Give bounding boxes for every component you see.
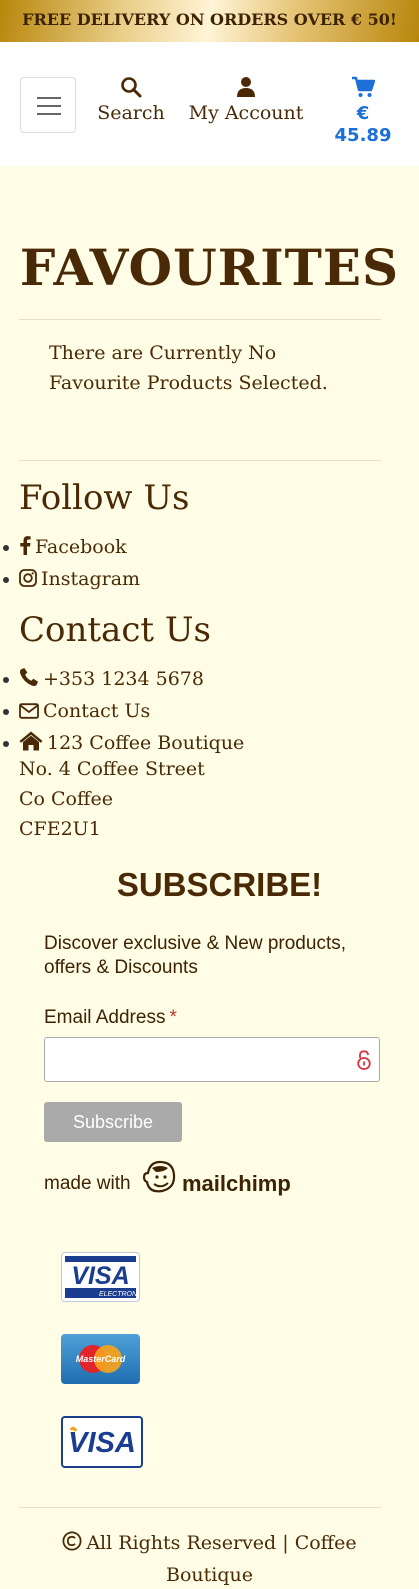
facebook-link[interactable]: Facebook [2,532,140,564]
contact-us-link[interactable]: Contact Us [2,696,244,728]
address-line: CFE2U1 [19,818,101,840]
hamburger-menu-icon [37,97,61,99]
mastercard-card-icon: MasterCard [61,1334,140,1384]
envelope-icon [19,698,39,728]
visa-card-icon: VISA [61,1416,143,1468]
visa-card-label: VISA [68,1427,136,1459]
follow-us-heading: Follow Us [19,478,190,518]
required-marker: * [169,1007,177,1028]
email-address-label: Email Address * [44,1007,177,1029]
divider [19,460,381,461]
instagram-label: Instagram [41,568,141,590]
divider [19,319,381,320]
address-line: No. 4 Coffee Street [19,758,205,780]
hamburger-line [37,113,61,115]
mastercard-card-label: MasterCard [76,1354,126,1364]
facebook-icon [19,534,31,564]
phone-label: +353 1234 5678 [43,668,204,690]
phone-icon [19,666,39,696]
email-label-text: Email Address [44,1007,166,1028]
cart-link[interactable]: € 45.89 [327,76,399,146]
shopping-cart-icon [327,76,399,102]
instagram-icon [19,566,37,596]
mailchimp-brand: mailchimp [182,1171,291,1196]
mailchimp-monkey-icon [140,1158,178,1203]
contact-us-label: Contact Us [43,700,151,722]
site-header: Search My Account € 45.89 [0,42,419,166]
page-title: FAVOURITES [19,238,400,297]
address-line: Co Coffee [19,788,113,810]
search-icon [97,76,165,102]
instagram-link[interactable]: Instagram [2,564,141,596]
facebook-label: Facebook [35,536,127,558]
subscribe-button[interactable]: Subscribe [44,1102,182,1142]
cart-total: € 45.89 [334,103,392,146]
visa-electron-card-label: VISA [71,1262,129,1290]
social-links-list: Facebook Instagram [2,532,141,596]
copyright-icon [62,1530,82,1560]
password-manager-lock-icon[interactable] [357,1050,371,1074]
footer-text: All Rights Reserved | Coffee Boutique [86,1532,357,1586]
contact-us-heading: Contact Us [19,610,211,650]
visa-electron-card-sub: ELECTRON [99,1291,138,1298]
my-account-link[interactable]: My Account [186,76,306,124]
email-field[interactable] [44,1037,380,1082]
visa-electron-card-icon: VISA ELECTRON [61,1252,140,1302]
menu-toggle-button[interactable] [20,77,76,133]
search-label: Search [97,102,165,124]
hamburger-line [37,105,61,107]
contact-list: +353 1234 5678 Contact Us 123 Coffee Bou… [2,664,245,760]
delivery-banner: FREE DELIVERY ON ORDERS OVER € 50! [0,0,419,42]
subscribe-heading: SUBSCRIBE! [116,866,323,903]
banner-text: FREE DELIVERY ON ORDERS OVER € 50! [22,10,397,29]
address-label: 123 Coffee Boutique [47,732,245,754]
subscribe-description: Discover exclusive & New products, offer… [44,933,346,978]
divider [19,1507,381,1508]
search-link[interactable]: Search [97,76,165,124]
my-account-label: My Account [188,102,304,124]
user-icon [186,76,306,102]
site-footer: All Rights Reserved | Coffee Boutique [40,1528,379,1589]
made-with-text: made with [44,1173,131,1194]
empty-favourites-message: There are Currently No Favourite Product… [49,342,328,394]
phone-link[interactable]: +353 1234 5678 [2,664,244,696]
